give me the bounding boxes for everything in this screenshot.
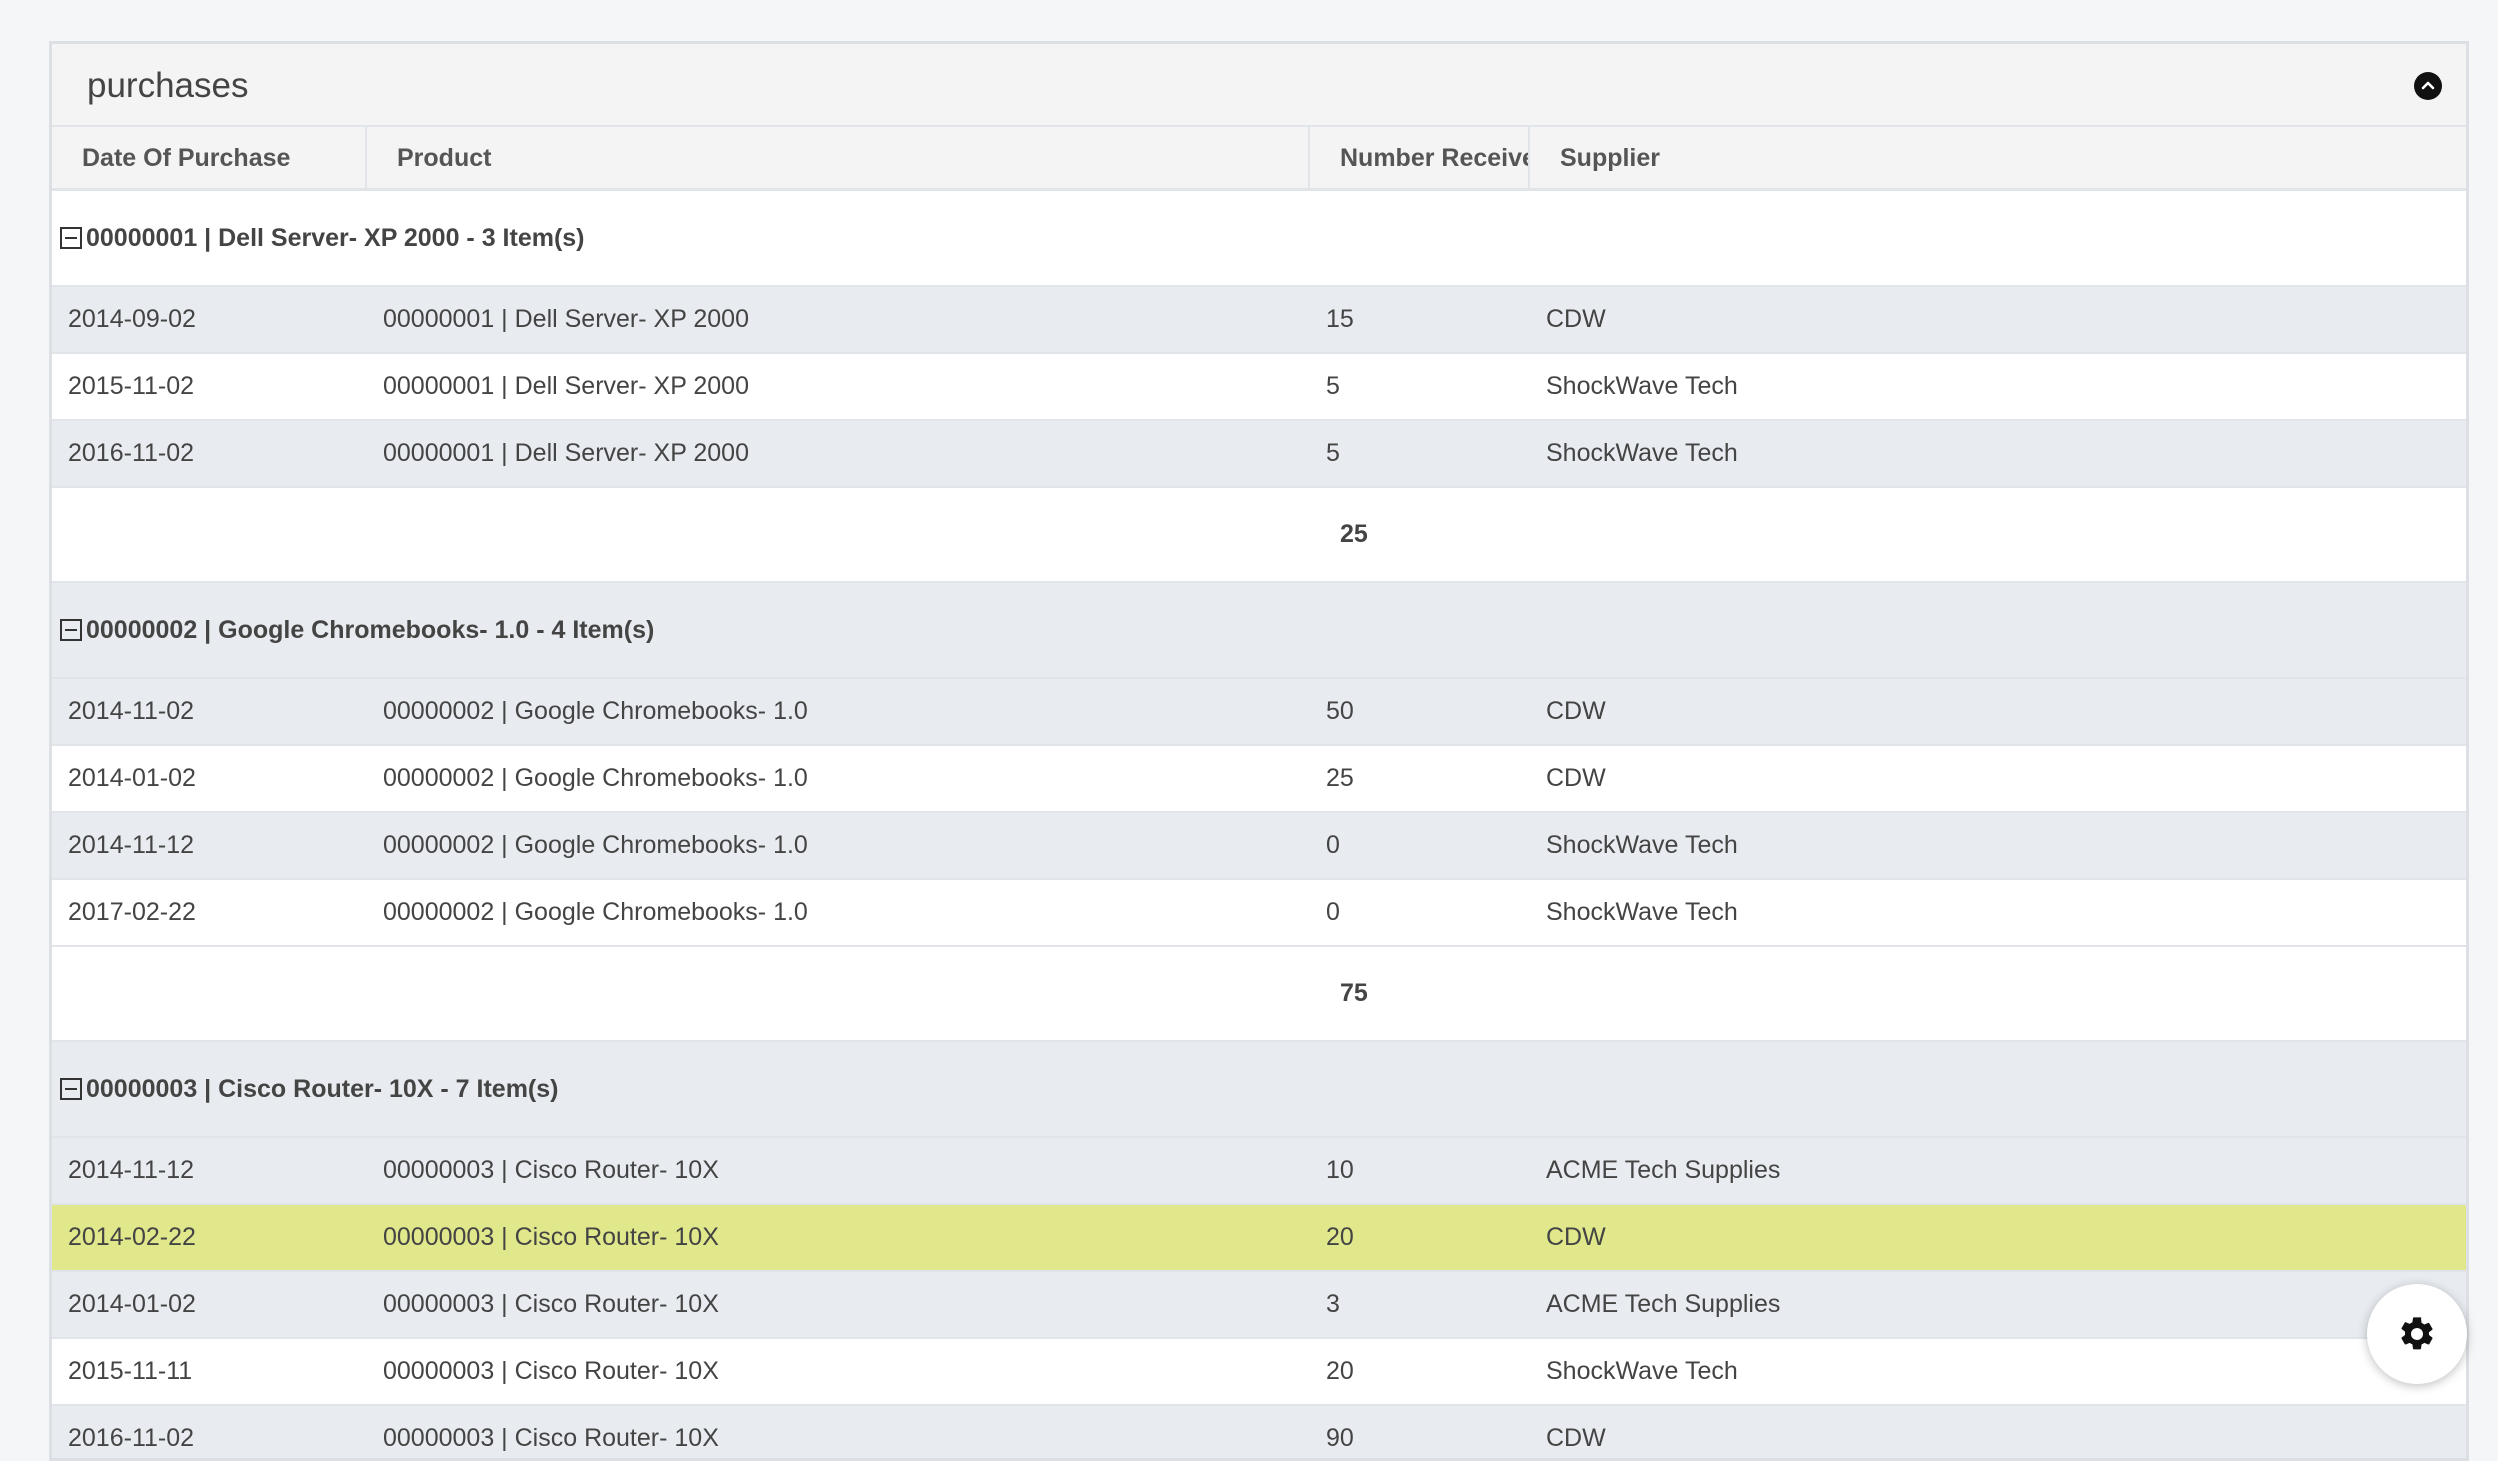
group-total-row: 75	[52, 947, 2466, 1042]
column-header-number-received[interactable]: Number Received	[1310, 127, 1530, 188]
cell-date: 2015-11-02	[68, 372, 195, 400]
cell-product: 00000001 | Dell Server- XP 2000	[383, 372, 749, 400]
group-row[interactable]: 00000002 | Google Chromebooks- 1.0 - 4 I…	[52, 583, 2466, 679]
collapse-panel-button[interactable]	[2414, 72, 2442, 100]
minus-square-icon[interactable]	[60, 619, 82, 641]
cell-supplier: ShockWave Tech	[1546, 372, 1738, 400]
cell-date: 2014-01-02	[68, 764, 196, 792]
minus-square-icon[interactable]	[60, 1078, 82, 1100]
cell-product: 00000003 | Cisco Router- 10X	[383, 1424, 719, 1452]
group-row[interactable]: 00000001 | Dell Server- XP 2000 - 3 Item…	[52, 191, 2466, 287]
cell-product: 00000001 | Dell Server- XP 2000	[383, 439, 749, 467]
table-row[interactable]: 2014-09-02 00000001 | Dell Server- XP 200…	[52, 287, 2466, 354]
cell-product: 00000001 | Dell Server- XP 2000	[383, 305, 749, 333]
cell-number-received: 15	[1326, 305, 1354, 333]
table-row[interactable]: 2017-02-22 00000002 | Google Chromebooks-…	[52, 880, 2466, 947]
cell-date: 2014-11-02	[68, 697, 195, 725]
cell-supplier: ShockWave Tech	[1546, 831, 1738, 859]
cell-product: 00000002 | Google Chromebooks- 1.0	[383, 697, 808, 725]
cell-number-received: 20	[1326, 1357, 1354, 1385]
cell-number-received: 3	[1326, 1290, 1340, 1318]
group-total-value: 25	[1340, 520, 1368, 548]
cell-date: 2015-11-11	[68, 1357, 193, 1385]
cell-date: 2014-01-02	[68, 1290, 196, 1318]
cell-number-received: 50	[1326, 697, 1354, 725]
cell-supplier: CDW	[1546, 305, 1606, 333]
cell-number-received: 5	[1326, 439, 1340, 467]
grid-body: 00000001 | Dell Server- XP 2000 - 3 Item…	[52, 191, 2466, 1458]
panel-title: purchases	[87, 66, 249, 105]
table-row[interactable]: 2014-01-02 00000003 | Cisco Router- 10X 3 A…	[52, 1272, 2466, 1339]
cell-supplier: CDW	[1546, 1223, 1606, 1251]
settings-button[interactable]	[2367, 1284, 2467, 1384]
cell-number-received: 10	[1326, 1156, 1354, 1184]
cell-product: 00000002 | Google Chromebooks- 1.0	[383, 831, 808, 859]
cell-supplier: CDW	[1546, 1424, 1606, 1452]
cell-supplier: CDW	[1546, 764, 1606, 792]
cell-number-received: 0	[1326, 898, 1340, 926]
cell-supplier: ShockWave Tech	[1546, 439, 1738, 467]
cell-product: 00000002 | Google Chromebooks- 1.0	[383, 764, 808, 792]
panel-header: purchases	[52, 44, 2466, 127]
column-header-supplier[interactable]: Supplier	[1530, 127, 2466, 188]
column-header-product[interactable]: Product	[367, 127, 1310, 188]
cell-supplier: ShockWave Tech	[1546, 898, 1738, 926]
column-header-date[interactable]: Date Of Purchase	[52, 127, 367, 188]
cell-date: 2014-11-12	[68, 1156, 195, 1184]
gear-icon	[2401, 1317, 2433, 1350]
cell-date: 2017-02-22	[68, 898, 196, 926]
group-label: 00000003 | Cisco Router- 10X - 7 Item(s)	[86, 1074, 559, 1103]
cell-product: 00000002 | Google Chromebooks- 1.0	[383, 898, 808, 926]
cell-product: 00000003 | Cisco Router- 10X	[383, 1156, 719, 1184]
table-row[interactable]: 2014-02-22 00000003 | Cisco Router- 10X 20…	[52, 1205, 2466, 1272]
cell-number-received: 0	[1326, 831, 1340, 859]
group-row[interactable]: 00000003 | Cisco Router- 10X - 7 Item(s)	[52, 1042, 2466, 1138]
table-row[interactable]: 2015-11-02 00000001 | Dell Server- XP 200…	[52, 354, 2466, 421]
table-row[interactable]: 2014-11-02 00000002 | Google Chromebooks-…	[52, 679, 2466, 746]
group-label: 00000002 | Google Chromebooks- 1.0 - 4 I…	[86, 615, 655, 644]
cell-date: 2016-11-02	[68, 439, 195, 467]
chevron-up-circle-icon	[2421, 81, 2435, 90]
group-total-row: 25	[52, 488, 2466, 583]
cell-supplier: ACME Tech Supplies	[1546, 1156, 1781, 1184]
cell-number-received: 90	[1326, 1424, 1354, 1452]
table-row[interactable]: 2014-01-02 00000002 | Google Chromebooks-…	[52, 746, 2466, 813]
table-row[interactable]: 2016-11-02 00000001 | Dell Server- XP 200…	[52, 421, 2466, 488]
table-row[interactable]: 2014-11-12 00000002 | Google Chromebooks-…	[52, 813, 2466, 880]
cell-date: 2016-11-02	[68, 1424, 195, 1452]
cell-product: 00000003 | Cisco Router- 10X	[383, 1223, 719, 1251]
cell-number-received: 5	[1326, 372, 1340, 400]
cell-date: 2014-11-12	[68, 831, 195, 859]
cell-supplier: CDW	[1546, 697, 1606, 725]
cell-supplier: ShockWave Tech	[1546, 1357, 1738, 1385]
cell-date: 2014-09-02	[68, 305, 196, 333]
cell-supplier: ACME Tech Supplies	[1546, 1290, 1781, 1318]
group-total-value: 75	[1340, 979, 1368, 1007]
minus-square-icon[interactable]	[60, 227, 82, 249]
table-row[interactable]: 2016-11-02 00000003 | Cisco Router- 10X 90…	[52, 1406, 2466, 1458]
cell-date: 2014-02-22	[68, 1223, 196, 1251]
cell-number-received: 25	[1326, 764, 1354, 792]
cell-product: 00000003 | Cisco Router- 10X	[383, 1290, 719, 1318]
group-label: 00000001 | Dell Server- XP 2000 - 3 Item…	[86, 223, 585, 252]
cell-number-received: 20	[1326, 1223, 1354, 1251]
grid-column-header: Date Of Purchase Product Number Received…	[52, 127, 2466, 191]
table-row[interactable]: 2015-11-11 00000003 | Cisco Router- 10X 20…	[52, 1339, 2466, 1406]
table-row[interactable]: 2014-11-12 00000003 | Cisco Router- 10X 10…	[52, 1138, 2466, 1205]
cell-product: 00000003 | Cisco Router- 10X	[383, 1357, 719, 1385]
purchases-panel: purchases Date Of Purchase Product Numbe…	[49, 41, 2469, 1461]
